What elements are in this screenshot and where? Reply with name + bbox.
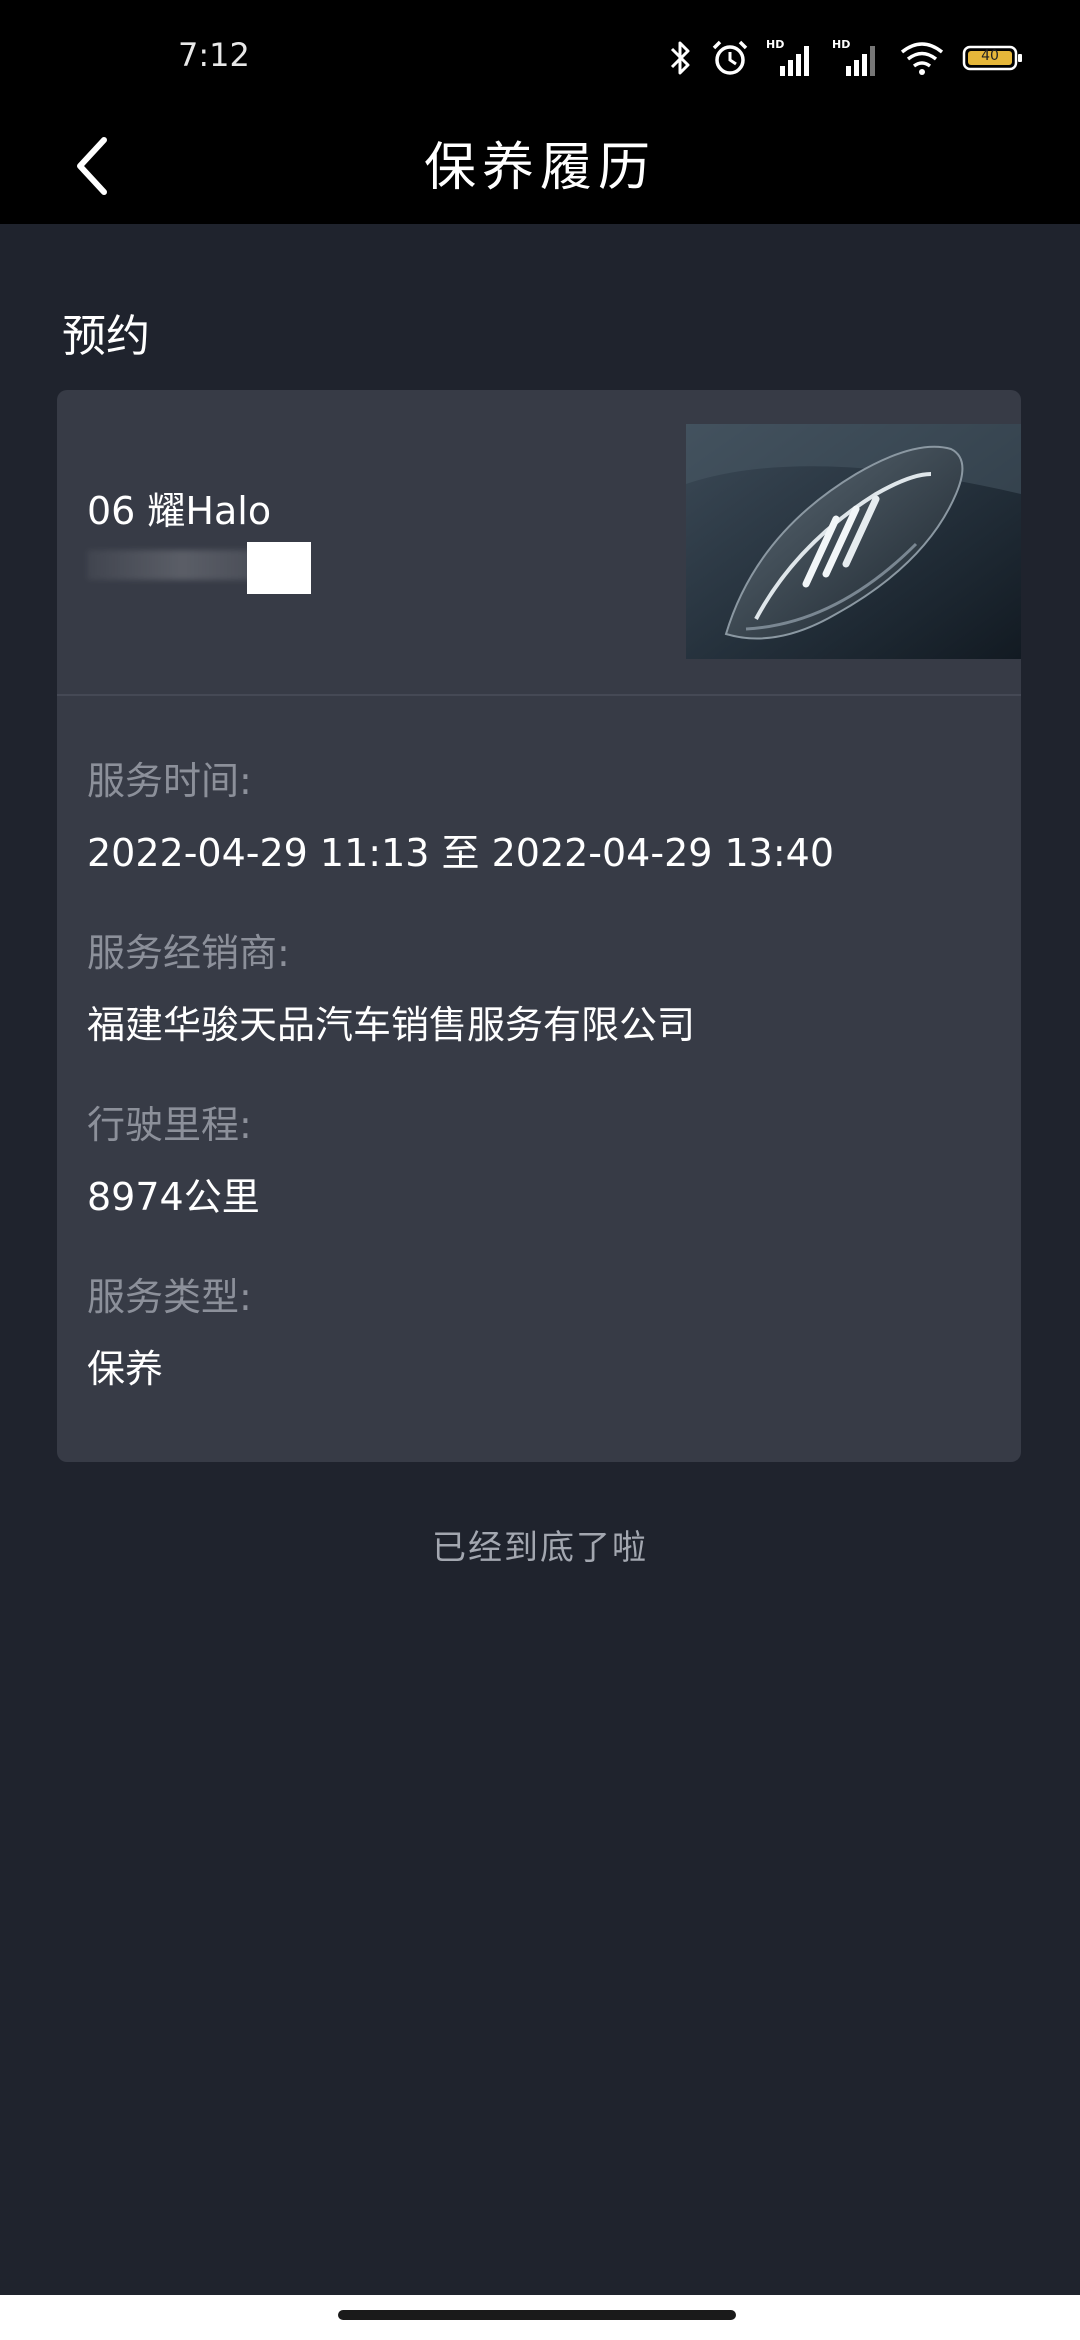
bluetooth-icon — [668, 38, 694, 78]
end-of-list-text: 已经到底了啦 — [432, 1528, 648, 1568]
service-time-value: 2022-04-29 11:13 至 2022-04-29 13:40 — [87, 831, 835, 875]
signal-hd-icon: HD — [766, 38, 816, 78]
vehicle-name: 06 耀Halo — [87, 489, 272, 533]
alarm-icon — [710, 38, 750, 78]
home-indicator[interactable] — [338, 2310, 736, 2320]
maintenance-record-card[interactable]: 06 耀Halo 服务时间: 2022-04-29 11:13 至 2022-0… — [57, 390, 1021, 1462]
status-icons: HD HD 40 — [668, 34, 1024, 82]
status-bar: 7:12 HD HD 40 — [0, 0, 1080, 112]
section-title: 预约 — [62, 311, 150, 362]
service-time-label: 服务时间: — [87, 759, 252, 803]
mileage-value: 8974公里 — [87, 1175, 260, 1219]
divider — [57, 694, 1021, 696]
service-type-value: 保养 — [87, 1347, 164, 1391]
battery-icon: 40 — [962, 43, 1024, 73]
chevron-left-icon — [72, 134, 112, 202]
signal-hd-icon-2: HD — [832, 38, 882, 78]
service-type-label: 服务类型: — [87, 1275, 252, 1319]
wifi-icon — [898, 38, 946, 78]
svg-text:HD: HD — [766, 38, 784, 51]
status-time: 7:12 — [178, 36, 250, 74]
redacted-plate — [87, 542, 367, 594]
vehicle-header: 06 耀Halo — [57, 390, 1021, 694]
gesture-bar — [0, 2295, 1080, 2340]
dealer-value: 福建华骏天品汽车销售服务有限公司 — [87, 1003, 696, 1047]
dealer-label: 服务经销商: — [87, 931, 290, 975]
back-button[interactable] — [52, 112, 132, 224]
battery-level: 40 — [981, 48, 999, 64]
svg-text:HD: HD — [832, 38, 850, 51]
mileage-label: 行驶里程: — [87, 1103, 252, 1147]
page-title: 保养履历 — [423, 138, 656, 198]
vehicle-headlight-image — [686, 424, 1021, 659]
nav-bar: 保养履历 — [0, 112, 1080, 224]
